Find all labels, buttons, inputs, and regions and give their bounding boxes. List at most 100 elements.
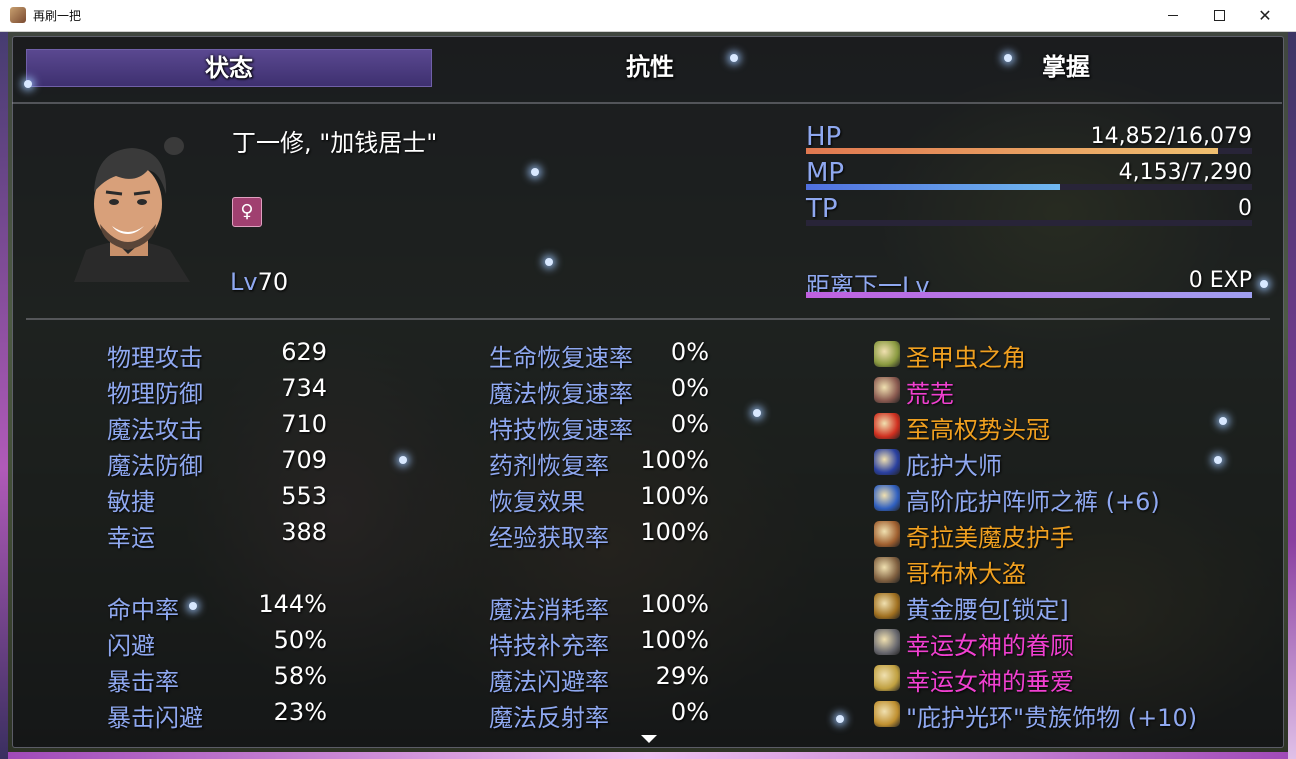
pants-icon (874, 485, 900, 511)
stat-row: 经验获取率 100% (489, 518, 709, 552)
section-divider (26, 318, 1270, 320)
stat-name: 特技补充率 (489, 632, 609, 660)
sparkle-particle (189, 602, 197, 610)
tp-value: 0 (1238, 196, 1252, 221)
stat-value: 0% (670, 698, 709, 726)
actor-portrait (74, 137, 190, 282)
stat-name: 幸运 (107, 524, 155, 552)
stat-row: 幸运 388 (107, 518, 327, 552)
stat-name: 经验获取率 (489, 524, 609, 552)
stat-name: 魔法恢复速率 (489, 380, 633, 408)
gloves-icon (874, 521, 900, 547)
scroll-down-arrow-icon[interactable] (641, 735, 657, 743)
tab-resistance[interactable]: 抗性 (448, 49, 852, 85)
stat-name: 物理防御 (107, 380, 203, 408)
equip-name: 黄金腰包[锁定] (906, 596, 1069, 624)
stat-row: 魔法防御 709 (107, 446, 327, 480)
equip-name: 奇拉美魔皮护手 (906, 524, 1074, 552)
stat-value: 0% (670, 338, 709, 366)
stat-row: 暴击闪避 23% (107, 698, 327, 732)
stat-value: 709 (281, 446, 327, 474)
stat-row: 药剂恢复率 100% (489, 446, 709, 480)
stat-row: 魔法攻击 710 (107, 410, 327, 444)
mp-track (806, 184, 1252, 190)
stat-value: 100% (640, 482, 709, 510)
stat-row: 魔法闪避率 29% (489, 662, 709, 696)
hp-fill (806, 148, 1219, 154)
left-background-edge (0, 32, 8, 759)
stat-name: 闪避 (107, 632, 155, 660)
stat-name: 魔法反射率 (489, 704, 609, 732)
sparkle-particle (399, 456, 407, 464)
stat-row: 生命恢复速率 0% (489, 338, 709, 372)
level-value: 70 (257, 268, 289, 296)
stat-value: 100% (640, 590, 709, 618)
tab-mastery[interactable]: 掌握 (864, 49, 1268, 85)
stat-value: 29% (655, 662, 709, 690)
stat-row: 命中率 144% (107, 590, 327, 624)
mp-value: 4,153/7,290 (1118, 160, 1252, 185)
tab-divider (12, 102, 1282, 104)
stat-name: 生命恢复速率 (489, 344, 633, 372)
hp-track (806, 148, 1252, 154)
female-icon: ♀ (232, 197, 262, 227)
stat-row: 敏捷 553 (107, 482, 327, 516)
stat-row: 闪避 50% (107, 626, 327, 660)
minimize-button[interactable] (1150, 0, 1196, 31)
stat-row: 物理防御 734 (107, 374, 327, 408)
stat-row: 魔法反射率 0% (489, 698, 709, 732)
stat-row: 特技补充率 100% (489, 626, 709, 660)
stat-value: 58% (273, 662, 327, 690)
orb-icon (874, 377, 900, 403)
stat-name: 特技恢复速率 (489, 416, 633, 444)
minimize-icon (1168, 14, 1178, 16)
maximize-icon (1213, 9, 1225, 21)
stat-row: 恢复效果 100% (489, 482, 709, 516)
sparkle-particle (531, 168, 539, 176)
equip-name: 庇护大师 (906, 452, 1002, 480)
boots-icon (874, 557, 900, 583)
hp-value: 14,852/16,079 (1090, 124, 1252, 149)
stat-name: 暴击闪避 (107, 704, 203, 732)
sparkle-particle (1004, 54, 1012, 62)
stat-name: 魔法防御 (107, 452, 203, 480)
stat-value: 50% (273, 626, 327, 654)
stat-value: 553 (281, 482, 327, 510)
sparkle-particle (1214, 456, 1222, 464)
stat-name: 恢复效果 (489, 488, 585, 516)
stat-name: 物理攻击 (107, 344, 203, 372)
stat-name: 药剂恢复率 (489, 452, 609, 480)
stat-value: 23% (273, 698, 327, 726)
sparkle-particle (545, 258, 553, 266)
stat-name: 敏捷 (107, 488, 155, 516)
amulet-icon (874, 701, 900, 727)
equip-name: "庇护光环"贵族饰物 (+10) (906, 704, 1198, 732)
stat-value: 144% (258, 590, 327, 618)
equip-name: 高阶庇护阵师之裤 (+6) (906, 488, 1160, 516)
app-icon (10, 7, 26, 23)
stat-row: 暴击率 58% (107, 662, 327, 696)
stat-value: 629 (281, 338, 327, 366)
maximize-button[interactable] (1196, 0, 1242, 31)
stat-row: 魔法恢复速率 0% (489, 374, 709, 408)
stat-name: 命中率 (107, 596, 179, 624)
stat-value: 100% (640, 626, 709, 654)
exp-fill (806, 292, 1252, 298)
equip-name: 幸运女神的垂爱 (906, 668, 1074, 696)
close-button[interactable]: ✕ (1242, 0, 1288, 31)
sparkle-particle (836, 715, 844, 723)
stat-name: 魔法闪避率 (489, 668, 609, 696)
stat-value: 388 (281, 518, 327, 546)
right-background-edge (1288, 32, 1296, 759)
tp-track (806, 220, 1252, 226)
equip-name: 荒芜 (906, 380, 954, 408)
stat-value: 0% (670, 410, 709, 438)
tab-status[interactable]: 状态 (26, 49, 432, 87)
sparkle-particle (1260, 280, 1268, 288)
stat-value: 0% (670, 374, 709, 402)
ring-icon (874, 665, 900, 691)
sparkle-particle (730, 54, 738, 62)
bottom-background-edge (8, 752, 1288, 759)
equip-name: 幸运女神的眷顾 (906, 632, 1074, 660)
stat-value: 710 (281, 410, 327, 438)
